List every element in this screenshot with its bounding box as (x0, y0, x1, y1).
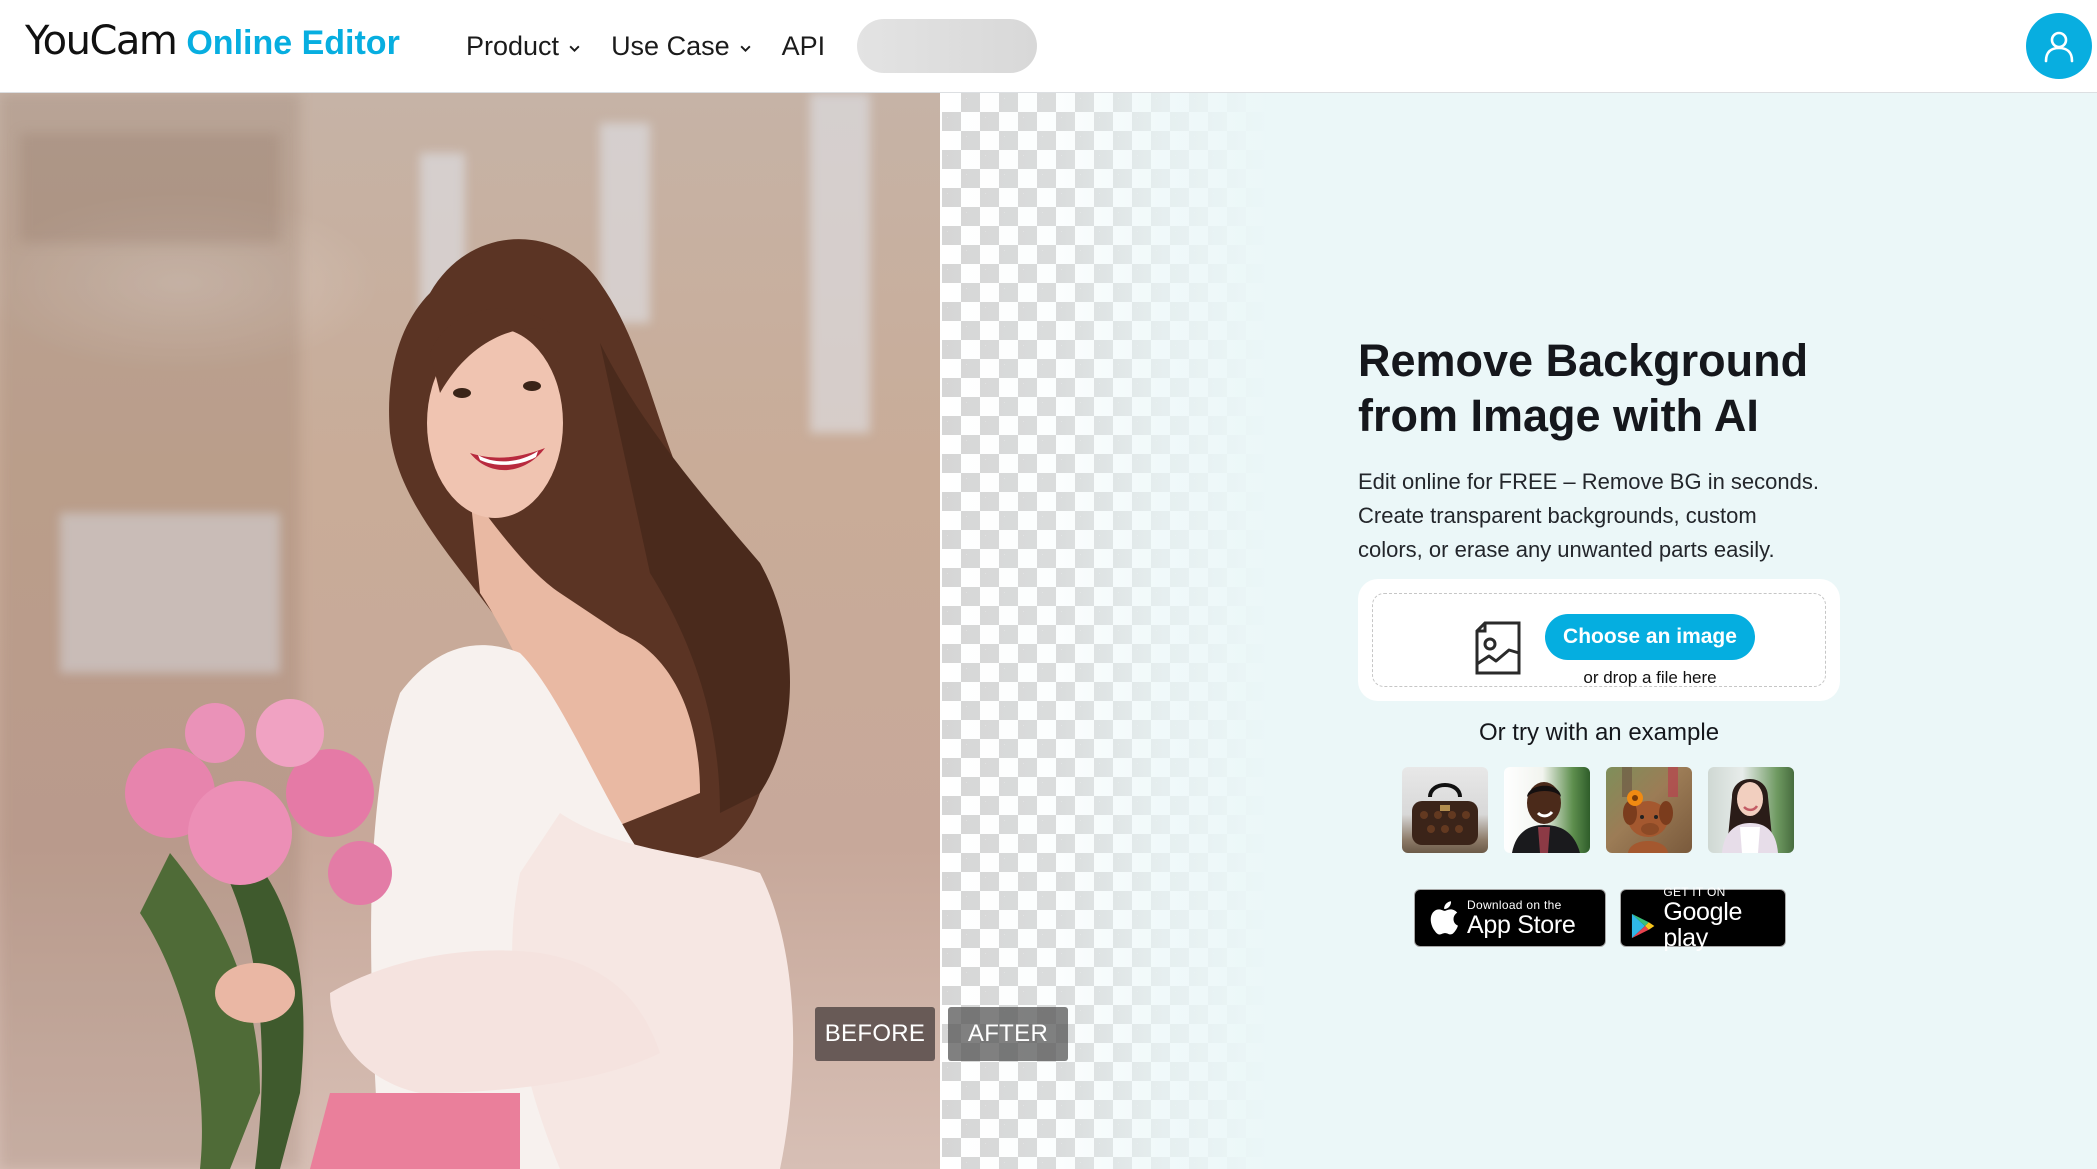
top-navigation-bar: YouCam Online Editor Product Use Case AP… (0, 0, 2097, 93)
portrait-illustration (125, 239, 794, 1169)
example-handbag[interactable] (1402, 767, 1488, 853)
google-play-badge[interactable]: GET IT ON Google play (1620, 884, 1786, 951)
hero-section: BEFORE AFTER Remove Background from Imag… (0, 93, 2097, 1169)
page-title: Remove Background from Image with AI (1358, 333, 1878, 443)
google-play-icon (1631, 913, 1655, 939)
logo-product: Online Editor (186, 24, 400, 62)
app-store-badge[interactable]: Download on the App Store (1414, 889, 1606, 947)
desc-line-1: Edit online for FREE – Remove BG in seco… (1358, 469, 1819, 494)
choose-image-button[interactable]: Choose an image (1545, 614, 1755, 660)
man-image (1512, 782, 1580, 853)
google-play-big-text: Google play (1663, 897, 1743, 952)
file-drop-zone[interactable]: Choose an image or drop a file here (1372, 593, 1826, 687)
apple-icon (1430, 901, 1458, 935)
upload-card: Choose an image or drop a file here (1358, 579, 1840, 701)
chevron-down-icon (569, 45, 580, 52)
nav-use-case[interactable]: Use Case (611, 31, 752, 62)
nav-loading-placeholder (857, 19, 1038, 73)
example-woman-portrait[interactable] (1708, 767, 1794, 853)
drop-file-hint: or drop a file here (1583, 668, 1717, 687)
desc-line-2: Create transparent backgrounds, custom (1358, 503, 1757, 528)
desc-line-3: colors, or erase any unwanted parts easi… (1358, 537, 1775, 562)
nav-use-case-label: Use Case (611, 30, 730, 61)
app-store-badges: Download on the App Store GET IT ON Goog… (1414, 884, 1786, 951)
account-button[interactable] (2026, 13, 2092, 79)
title-line-1: Remove Background (1358, 335, 1809, 386)
app-store-big-text: App Store (1467, 910, 1576, 939)
handbag-image (1412, 783, 1478, 845)
nav-api[interactable]: API (782, 31, 826, 62)
puppy-image (1622, 767, 1678, 853)
examples-label: Or try with an example (1478, 719, 1720, 746)
after-button[interactable]: AFTER (948, 1007, 1068, 1061)
logo[interactable]: YouCam Online Editor (25, 18, 400, 64)
before-photo (0, 93, 940, 1169)
nav-product-label: Product (466, 30, 560, 61)
chevron-down-icon (740, 45, 751, 52)
google-play-small-text: GET IT ON (1663, 884, 1726, 899)
before-button[interactable]: BEFORE (815, 1007, 935, 1061)
example-puppy[interactable] (1606, 767, 1692, 853)
example-thumbnails (1402, 767, 1794, 853)
nav-api-label: API (781, 30, 826, 61)
image-file-icon (1475, 621, 1521, 675)
example-man-portrait[interactable] (1504, 767, 1590, 853)
nav-product[interactable]: Product (466, 31, 581, 62)
hero-description: Edit online for FREE – Remove BG in seco… (1358, 465, 1858, 567)
app-store-small-text: Download on the (1467, 897, 1562, 912)
woman-image (1722, 779, 1778, 853)
title-line-2: from Image with AI (1358, 390, 1759, 441)
main-nav: Product Use Case API (466, 0, 1038, 92)
logo-brand: YouCam (25, 18, 178, 64)
user-icon (2044, 31, 2074, 63)
